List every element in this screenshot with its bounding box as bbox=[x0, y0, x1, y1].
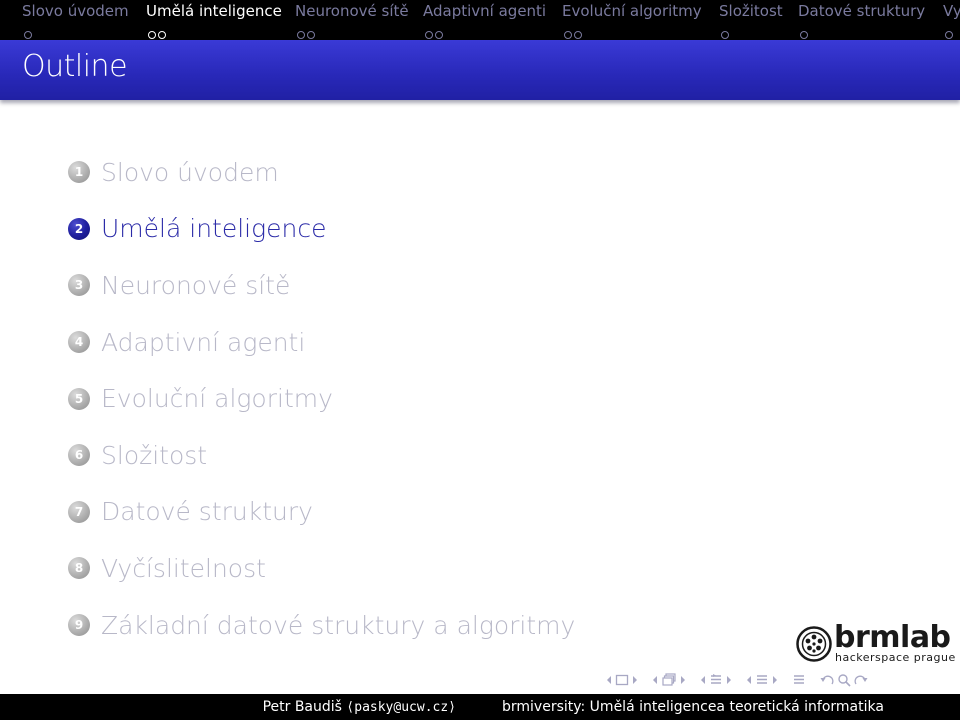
outline-item-9[interactable]: 9 Základní datové struktury a algoritmy bbox=[68, 597, 575, 654]
footer-title-box: brmiversity: Umělá inteligencea teoretic… bbox=[480, 694, 960, 720]
nav-subsection-dots bbox=[297, 24, 317, 40]
outline-item-label: Slovo úvodem bbox=[101, 157, 279, 187]
frame-next-arrow-icon[interactable] bbox=[680, 671, 686, 689]
slide-icon[interactable] bbox=[615, 671, 629, 689]
outline-item-label: Vyčíslitelnost bbox=[101, 553, 266, 583]
section-number-ball: 5 bbox=[68, 387, 90, 410]
subsection-dot[interactable] bbox=[297, 31, 305, 39]
outline-list: 1 Slovo úvodem 2 Umělá inteligence 3 Neu… bbox=[68, 144, 575, 653]
nav-section-label: Slovo úvodem bbox=[22, 2, 129, 20]
slide-footer: Petr Baudiš ⟨pasky@ucw.cz⟩ brmiversity: … bbox=[0, 694, 960, 720]
nav-subsection-dots bbox=[24, 24, 34, 40]
subsection-dot[interactable] bbox=[158, 31, 166, 39]
subsection-next-arrow-icon[interactable] bbox=[726, 671, 732, 689]
frame-title: Outline bbox=[22, 49, 128, 84]
subsection-dot[interactable] bbox=[24, 31, 32, 39]
subsection-dot[interactable] bbox=[945, 31, 953, 39]
outline-item-label: Datové struktury bbox=[101, 497, 313, 527]
outline-item-2[interactable]: 2 Umělá inteligence bbox=[68, 201, 575, 258]
subsection-dot[interactable] bbox=[148, 31, 156, 39]
section-number-ball: 9 bbox=[68, 614, 90, 637]
section-number-ball: 7 bbox=[68, 500, 90, 523]
outline-item-1[interactable]: 1 Slovo úvodem bbox=[68, 144, 575, 201]
search-icon[interactable] bbox=[837, 671, 851, 689]
outline-item-3[interactable]: 3 Neuronové sítě bbox=[68, 257, 575, 314]
section-icon[interactable] bbox=[755, 671, 769, 689]
outline-item-4[interactable]: 4 Adaptivní agenti bbox=[68, 314, 575, 371]
nav-section-label: Neuronové sítě bbox=[295, 2, 409, 20]
outline-item-label: Základní datové struktury a algoritmy bbox=[101, 610, 576, 640]
forward-icon[interactable] bbox=[854, 671, 868, 689]
outline-item-label: Složitost bbox=[101, 440, 208, 470]
slide-next-arrow-icon[interactable] bbox=[632, 671, 638, 689]
outline-item-5[interactable]: 5 Evoluční algoritmy bbox=[68, 370, 575, 427]
slide-prev-arrow-icon[interactable] bbox=[606, 671, 612, 689]
nav-subsection-dots bbox=[564, 24, 584, 40]
outline-item-label: Evoluční algoritmy bbox=[101, 384, 333, 414]
frame-prev-arrow-icon[interactable] bbox=[652, 671, 658, 689]
outline-item-6[interactable]: 6 Složitost bbox=[68, 427, 575, 484]
brmlab-wordmark: brmlab bbox=[834, 620, 951, 655]
nav-subsection-dots bbox=[721, 24, 731, 40]
footer-author-email: ⟨pasky@ucw.cz⟩ bbox=[346, 699, 456, 715]
subsection-dot[interactable] bbox=[435, 31, 443, 39]
section-navigation-bar: Slovo úvodem Umělá inteligence Neuronové… bbox=[0, 0, 960, 40]
footer-presentation-title: brmiversity: Umělá inteligencea teoretic… bbox=[502, 699, 884, 715]
nav-subsection-dots bbox=[945, 24, 955, 40]
frame-icon[interactable] bbox=[661, 671, 677, 689]
subsection-dot[interactable] bbox=[721, 31, 729, 39]
nav-section-label: Složitost bbox=[719, 2, 783, 20]
outline-item-label: Neuronové sítě bbox=[101, 270, 291, 300]
subsection-dot[interactable] bbox=[425, 31, 433, 39]
nav-subsection-dots bbox=[148, 24, 168, 40]
section-number-ball: 3 bbox=[68, 274, 90, 297]
frame-title-bar: Outline bbox=[0, 40, 960, 100]
subsection-dot[interactable] bbox=[307, 31, 315, 39]
subsection-icon[interactable] bbox=[709, 671, 723, 689]
section-next-arrow-icon[interactable] bbox=[772, 671, 778, 689]
subsection-dot[interactable] bbox=[564, 31, 572, 39]
outline-item-label: Umělá inteligence bbox=[101, 214, 327, 244]
section-number-ball: 6 bbox=[68, 444, 90, 467]
brmlab-logo: brmlab hackerspace prague bbox=[796, 620, 956, 668]
footer-author-box: Petr Baudiš ⟨pasky@ucw.cz⟩ bbox=[0, 694, 480, 720]
outline-item-7[interactable]: 7 Datové struktury bbox=[68, 484, 575, 541]
document-icon[interactable] bbox=[792, 671, 806, 689]
nav-subsection-dots bbox=[800, 24, 810, 40]
back-icon[interactable] bbox=[820, 671, 834, 689]
brmlab-subtitle: hackerspace prague bbox=[835, 651, 956, 664]
section-number-ball: 8 bbox=[68, 557, 90, 580]
section-number-ball: 2 bbox=[68, 217, 90, 240]
brmlab-logo-icon bbox=[796, 626, 832, 662]
nav-section-label: Vy bbox=[943, 2, 960, 20]
section-number-ball: 4 bbox=[68, 331, 90, 354]
nav-subsection-dots bbox=[425, 24, 445, 40]
subsection-prev-arrow-icon[interactable] bbox=[700, 671, 706, 689]
footer-author-name: Petr Baudiš bbox=[262, 699, 342, 715]
subsection-dot[interactable] bbox=[574, 31, 582, 39]
nav-section-label: Adaptivní agenti bbox=[423, 2, 547, 20]
outline-item-label: Adaptivní agenti bbox=[101, 327, 306, 357]
section-prev-arrow-icon[interactable] bbox=[746, 671, 752, 689]
outline-item-8[interactable]: 8 Vyčíslitelnost bbox=[68, 540, 575, 597]
nav-section-label: Umělá inteligence bbox=[146, 2, 282, 20]
beamer-navigation-symbols bbox=[606, 670, 956, 690]
section-number-ball: 1 bbox=[68, 161, 90, 184]
nav-section-label: Datové struktury bbox=[798, 2, 926, 20]
subsection-dot[interactable] bbox=[800, 31, 808, 39]
nav-section-label: Evoluční algoritmy bbox=[562, 2, 702, 20]
